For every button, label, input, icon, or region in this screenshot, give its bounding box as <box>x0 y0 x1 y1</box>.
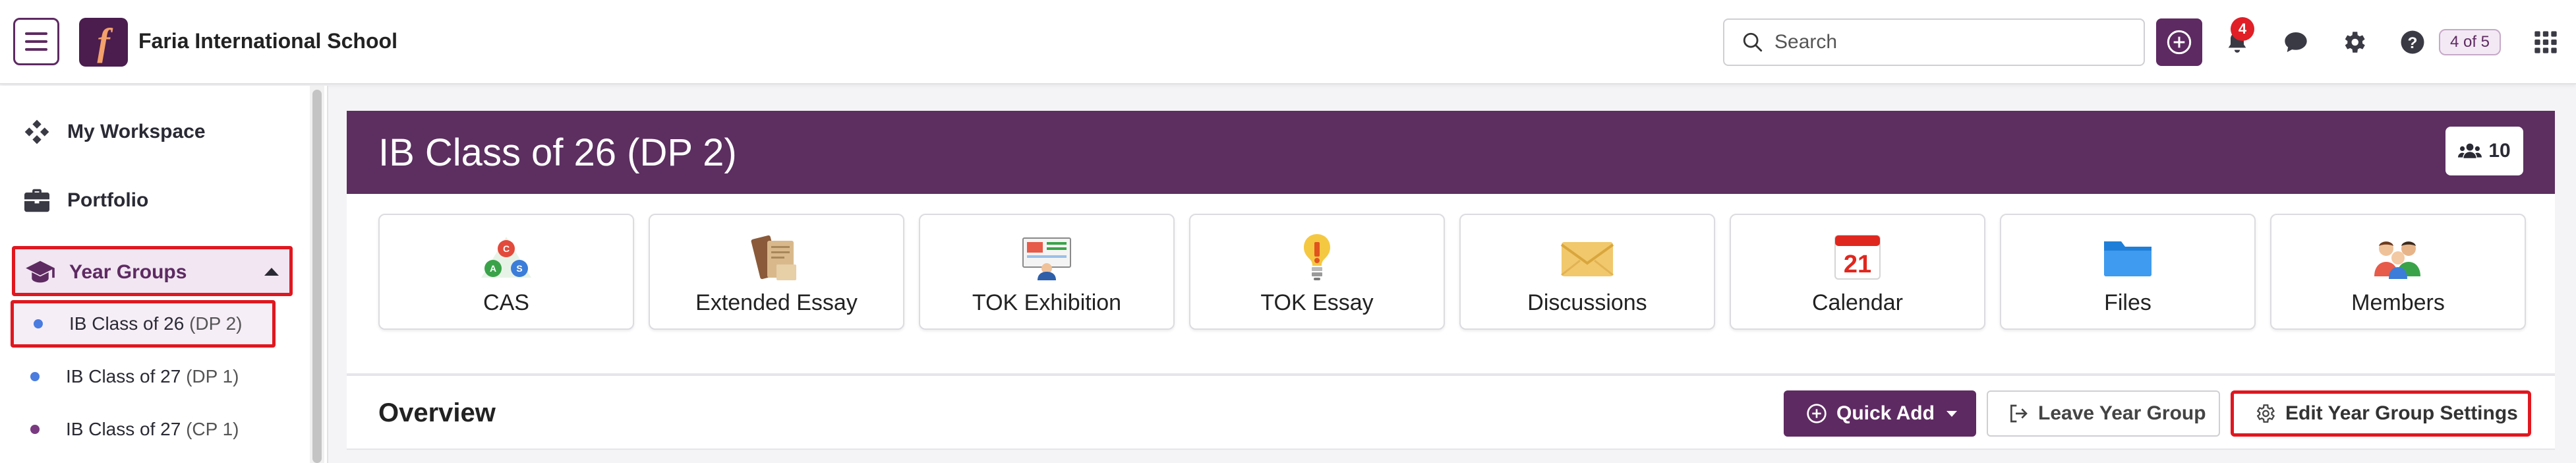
tile-label: TOK Essay <box>1260 290 1374 315</box>
settings-button[interactable] <box>2335 24 2372 61</box>
plus-circle-icon <box>1807 404 1827 423</box>
sidebar-item-my-workspace[interactable]: My Workspace <box>0 106 310 158</box>
tile-label: Files <box>2104 290 2152 315</box>
year-group-item-ib-class-27-cp1[interactable]: IB Class of 27 (CP 1) <box>11 406 276 453</box>
chevron-up-icon[interactable] <box>264 268 279 276</box>
year-group-item-label: IB Class of 26 (DP 2) <box>69 313 243 334</box>
svg-text:?: ? <box>2408 34 2418 52</box>
tile-label: Discussions <box>1527 290 1647 315</box>
svg-text:S: S <box>516 263 522 274</box>
graduation-cap-icon <box>24 259 56 288</box>
calendar-day: 21 <box>1844 251 1871 278</box>
app-launcher-button[interactable] <box>2527 24 2564 61</box>
tile-label: TOK Exhibition <box>972 290 1122 315</box>
help-circle-icon: ? <box>2401 30 2424 54</box>
year-group-item-ib-class-26-dp2[interactable]: IB Class of 26 (DP 2) <box>11 300 276 348</box>
leave-year-group-button[interactable]: Leave Year Group <box>1987 390 2220 437</box>
sidebar-item-label: Portfolio <box>67 189 149 211</box>
tile-tok-essay[interactable]: TOK Essay <box>1189 214 1445 330</box>
caret-down-icon[interactable] <box>1946 410 1957 417</box>
school-name[interactable]: Faria International School <box>138 29 397 53</box>
users-icon <box>2458 143 2482 158</box>
tile-calendar[interactable]: 21 Calendar <box>1730 214 1985 330</box>
tile-discussions[interactable]: Discussions <box>1459 214 1715 330</box>
tile-label: Extended Essay <box>695 290 858 315</box>
folder-icon <box>2099 231 2156 284</box>
briefcase-icon <box>22 187 51 214</box>
gear-icon <box>2345 32 2365 53</box>
sidebar: My Workspace Portfolio Year Groups IB Cl… <box>0 86 328 463</box>
svg-text:C: C <box>503 243 510 254</box>
quick-add-button[interactable]: Quick Add <box>1784 390 1976 437</box>
year-group-item-label: IB Class of 27 (DP 1) <box>66 366 239 386</box>
hamburger-menu-button[interactable] <box>13 18 59 65</box>
status-dot <box>30 372 40 381</box>
overview-bar: Overview Quick Add Leave Year Group Edit… <box>347 375 2555 450</box>
menu-line <box>25 40 47 43</box>
presentation-board-icon <box>1018 231 1075 284</box>
messages-button[interactable] <box>2277 24 2314 61</box>
status-dot <box>30 425 40 434</box>
tile-cas[interactable]: C A S CAS <box>378 214 634 330</box>
sidebar-scrollbar-thumb[interactable] <box>312 90 322 463</box>
search-box[interactable] <box>1723 18 2145 66</box>
quick-add-label: Quick Add <box>1836 402 1935 424</box>
people-icon <box>2370 231 2426 284</box>
members-count: 10 <box>2488 140 2511 162</box>
page-counter-badge[interactable]: 4 of 5 <box>2439 29 2501 55</box>
tool-tiles-row: C A S CAS Extended Essay TOK Exhibition … <box>347 194 2555 375</box>
workspace-icon <box>22 119 51 145</box>
notification-badge: 4 <box>2231 17 2254 41</box>
logo-letter: f <box>97 20 110 63</box>
members-count-button[interactable]: 10 <box>2445 127 2523 175</box>
plus-circle-icon <box>2167 30 2192 55</box>
edit-settings-label: Edit Year Group Settings <box>2285 402 2518 424</box>
books-icon <box>748 231 805 284</box>
tile-label: Members <box>2351 290 2445 315</box>
create-new-button[interactable] <box>2156 18 2202 66</box>
lightbulb-icon <box>1289 231 1345 284</box>
top-bar: f Faria International School 4 ? 4 of 5 <box>0 0 2576 84</box>
status-dot <box>34 319 43 328</box>
gear-icon <box>2256 404 2275 423</box>
search-icon <box>1743 32 1763 52</box>
apps-grid-icon <box>2534 31 2557 53</box>
tile-tok-exhibition[interactable]: TOK Exhibition <box>919 214 1175 330</box>
sidebar-item-label: Year Groups <box>69 261 187 283</box>
calendar-icon: 21 <box>1829 231 1886 284</box>
tile-label: Calendar <box>1812 290 1903 315</box>
tile-members[interactable]: Members <box>2270 214 2526 330</box>
help-button[interactable]: ? <box>2394 24 2431 61</box>
sign-out-icon <box>2010 404 2028 423</box>
leave-label: Leave Year Group <box>2038 402 2206 424</box>
sidebar-item-label: My Workspace <box>67 121 206 142</box>
search-input[interactable] <box>1774 31 2117 53</box>
menu-line <box>25 32 47 35</box>
tile-extended-essay[interactable]: Extended Essay <box>649 214 904 330</box>
year-group-banner: IB Class of 26 (DP 2) 10 <box>347 111 2555 194</box>
envelope-icon <box>1559 231 1616 284</box>
svg-text:A: A <box>490 263 496 274</box>
cas-triangle-icon: C A S <box>478 231 535 284</box>
chat-bubble-icon <box>2285 32 2307 52</box>
sidebar-item-year-groups[interactable]: Year Groups <box>12 246 293 296</box>
tile-files[interactable]: Files <box>2000 214 2256 330</box>
page-title: IB Class of 26 (DP 2) <box>378 131 737 174</box>
edit-year-group-settings-button[interactable]: Edit Year Group Settings <box>2231 390 2531 437</box>
school-logo[interactable]: f <box>79 18 128 67</box>
overview-title: Overview <box>378 398 496 427</box>
tile-label: CAS <box>483 290 529 315</box>
menu-line <box>25 48 47 51</box>
year-group-item-ib-class-27-dp1[interactable]: IB Class of 27 (DP 1) <box>11 353 276 400</box>
sidebar-item-portfolio[interactable]: Portfolio <box>0 174 310 227</box>
year-group-item-label: IB Class of 27 (CP 1) <box>66 419 239 439</box>
